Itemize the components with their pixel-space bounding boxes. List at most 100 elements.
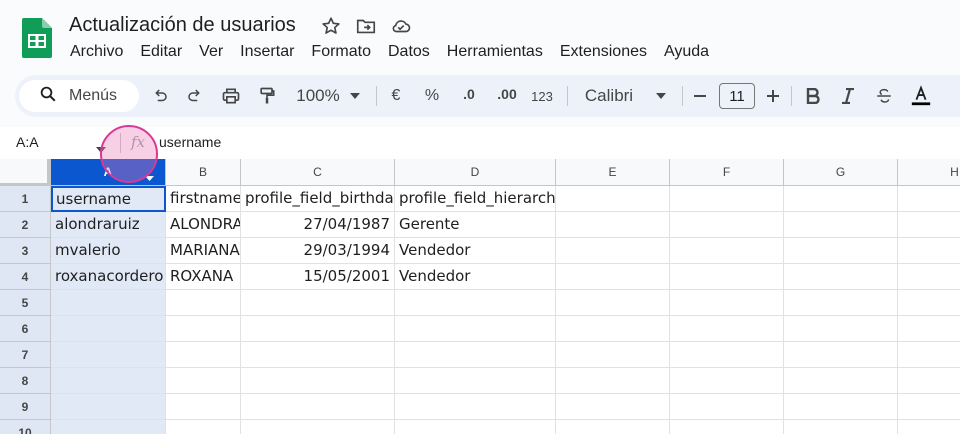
search-menus-input[interactable]: Menús [19, 80, 139, 112]
grid-cell[interactable] [556, 238, 670, 264]
grid-cell[interactable] [784, 420, 898, 434]
grid-cell[interactable] [395, 368, 556, 394]
font-chevron-down-icon[interactable] [654, 75, 668, 117]
cell-a4[interactable]: roxanacordero [51, 264, 166, 290]
grid-cell[interactable] [898, 316, 960, 342]
grid-cell[interactable] [556, 212, 670, 238]
row-header[interactable]: 6 [0, 316, 51, 342]
grid-cell[interactable] [784, 394, 898, 420]
cell-a1[interactable]: username [51, 186, 166, 212]
grid-cell[interactable] [784, 290, 898, 316]
menu-insertar[interactable]: Insertar [232, 42, 303, 62]
column-header-e[interactable]: E [556, 159, 670, 186]
grid-cell[interactable] [670, 342, 784, 368]
grid-cell[interactable] [898, 264, 960, 290]
grid-cell[interactable] [556, 420, 670, 434]
grid-cell[interactable] [241, 290, 395, 316]
grid-cell[interactable] [395, 342, 556, 368]
sheets-logo-icon[interactable] [22, 18, 52, 58]
select-all-corner[interactable] [0, 159, 51, 186]
grid-cell[interactable] [556, 394, 670, 420]
cell-b1[interactable]: firstname [166, 186, 241, 212]
column-header-h[interactable]: H [898, 159, 960, 186]
document-title[interactable]: Actualización de usuarios [69, 14, 296, 37]
grid-cell[interactable] [241, 420, 395, 434]
font-size-input[interactable]: 11 [719, 83, 755, 109]
column-header-d[interactable]: D [395, 159, 556, 186]
row-header[interactable]: 9 [0, 394, 51, 420]
menu-extensiones[interactable]: Extensiones [552, 42, 656, 62]
grid-cell[interactable] [556, 342, 670, 368]
menu-ver[interactable]: Ver [191, 42, 232, 62]
grid-cell[interactable] [166, 420, 241, 434]
grid-cell[interactable] [166, 368, 241, 394]
font-family-select[interactable]: Calibri [579, 75, 639, 117]
cell-d2[interactable]: Gerente [395, 212, 556, 238]
cell-c4[interactable]: 15/05/2001 [241, 264, 395, 290]
menu-archivo[interactable]: Archivo [62, 42, 132, 62]
cell-d4[interactable]: Vendedor [395, 264, 556, 290]
grid-cell[interactable] [51, 394, 166, 420]
paint-format-icon[interactable] [255, 75, 279, 117]
grid-cell[interactable] [898, 368, 960, 394]
grid-cell[interactable] [784, 368, 898, 394]
menu-formato[interactable]: Formato [303, 42, 380, 62]
grid-cell[interactable] [51, 420, 166, 434]
cell-c1[interactable]: profile_field_birthday [241, 186, 395, 212]
grid-cell[interactable] [241, 368, 395, 394]
grid-cell[interactable] [670, 212, 784, 238]
grid-cell[interactable] [670, 238, 784, 264]
grid-cell[interactable] [51, 368, 166, 394]
grid-cell[interactable] [395, 394, 556, 420]
grid-cell[interactable] [556, 316, 670, 342]
decrease-font-size-icon[interactable] [690, 75, 710, 117]
row-header[interactable]: 8 [0, 368, 51, 394]
grid-cell[interactable] [166, 316, 241, 342]
column-header-c[interactable]: C [241, 159, 395, 186]
row-header[interactable]: 7 [0, 342, 51, 368]
increase-font-size-icon[interactable] [763, 75, 783, 117]
grid-cell[interactable] [166, 342, 241, 368]
grid-cell[interactable] [51, 316, 166, 342]
grid-cell[interactable] [556, 368, 670, 394]
cell-b4[interactable]: ROXANA [166, 264, 241, 290]
grid-cell[interactable] [395, 316, 556, 342]
currency-format-button[interactable]: € [386, 75, 406, 117]
italic-icon[interactable] [838, 75, 858, 117]
menu-editar[interactable]: Editar [132, 42, 191, 62]
redo-icon[interactable] [183, 75, 207, 117]
cell-d1[interactable]: profile_field_hierarchy [395, 186, 556, 212]
move-to-folder-icon[interactable] [355, 15, 377, 37]
grid-cell[interactable] [784, 238, 898, 264]
grid-cell[interactable] [670, 368, 784, 394]
grid-cell[interactable] [241, 342, 395, 368]
grid-cell[interactable] [784, 264, 898, 290]
formula-input[interactable]: username [159, 134, 221, 150]
cell-b2[interactable]: ALONDRA [166, 212, 241, 238]
cell-a2[interactable]: alondraruiz [51, 212, 166, 238]
cell-c3[interactable]: 29/03/1994 [241, 238, 395, 264]
increase-decimal-button[interactable]: .00 [493, 75, 521, 117]
cell-a3[interactable]: mvalerio [51, 238, 166, 264]
percent-format-button[interactable]: % [421, 75, 443, 117]
grid-cell[interactable] [556, 290, 670, 316]
grid-cell[interactable] [898, 290, 960, 316]
grid-cell[interactable] [241, 394, 395, 420]
text-color-icon[interactable] [908, 75, 934, 117]
grid-cell[interactable] [898, 420, 960, 434]
grid-cell[interactable] [670, 186, 784, 212]
undo-icon[interactable] [148, 75, 172, 117]
grid-cell[interactable] [556, 264, 670, 290]
grid-cell[interactable] [670, 290, 784, 316]
grid-cell[interactable] [898, 212, 960, 238]
row-header[interactable]: 2 [0, 212, 51, 238]
decrease-decimal-button[interactable]: .0 [456, 75, 482, 117]
grid-cell[interactable] [784, 342, 898, 368]
cell-c2[interactable]: 27/04/1987 [241, 212, 395, 238]
strikethrough-icon[interactable] [873, 75, 895, 117]
grid-cell[interactable] [670, 264, 784, 290]
grid-cell[interactable] [166, 290, 241, 316]
grid-cell[interactable] [898, 394, 960, 420]
name-box[interactable]: A:A [16, 134, 39, 150]
grid-cell[interactable] [51, 342, 166, 368]
